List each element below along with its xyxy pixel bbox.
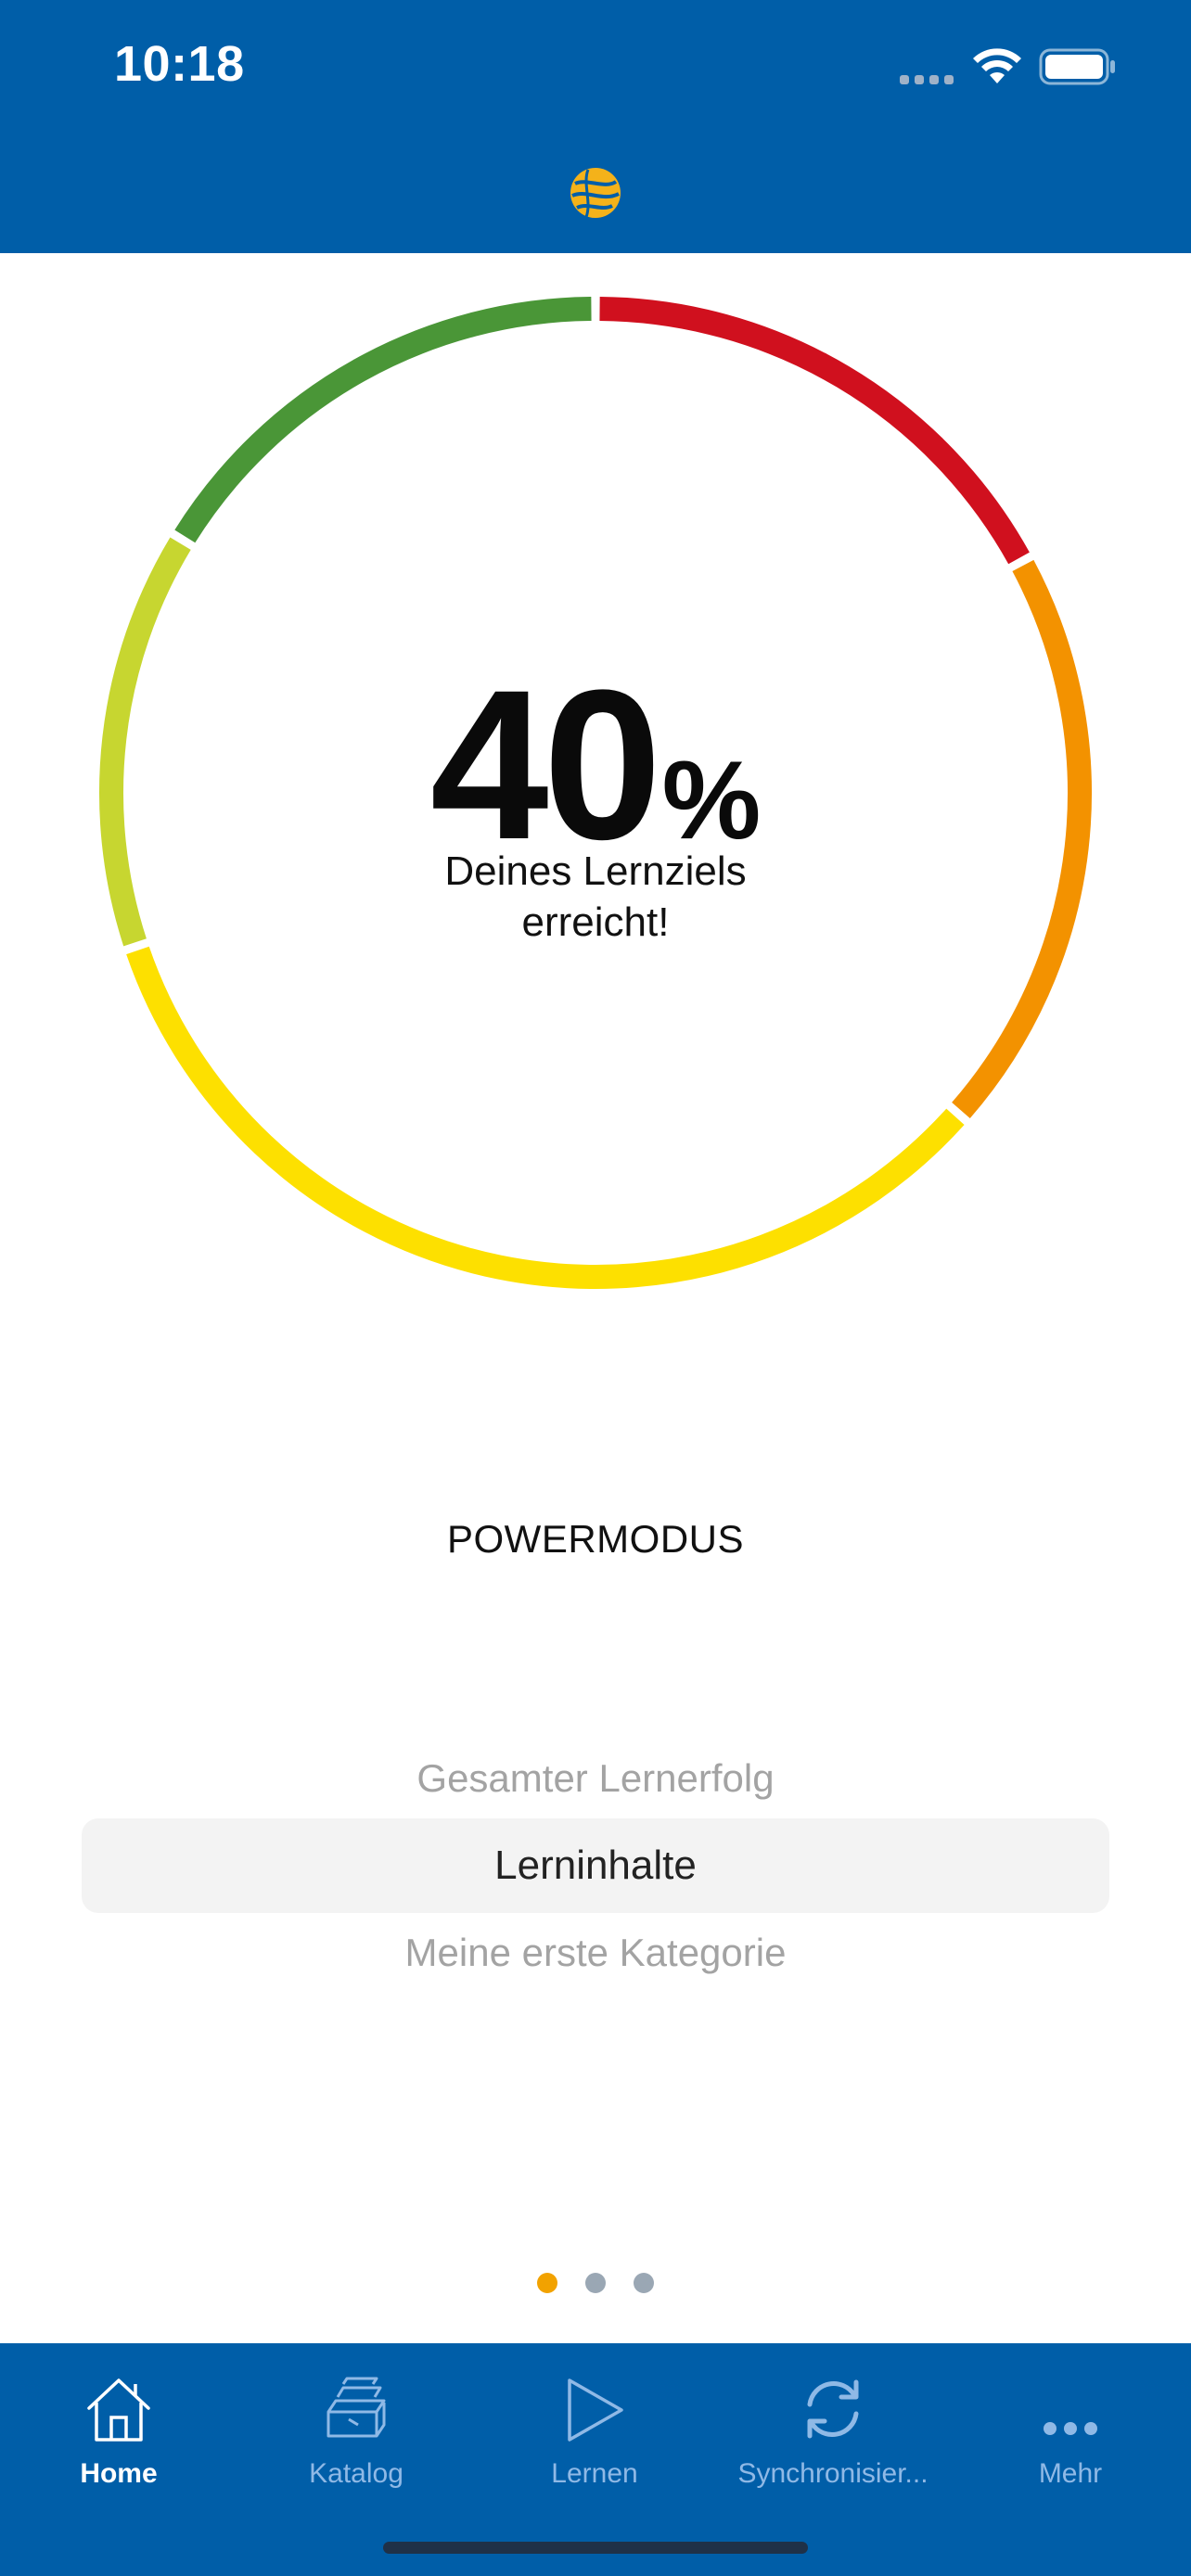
- progress-unit: %: [661, 738, 762, 862]
- more-icon: [1044, 2422, 1097, 2435]
- battery-icon: [1039, 48, 1115, 85]
- progress-caption-line2: erreicht!: [521, 899, 670, 945]
- catalog-icon: [327, 2377, 386, 2438]
- tab-home[interactable]: Home: [0, 2364, 237, 2490]
- tab-home-label: Home: [80, 2458, 158, 2489]
- tab-more-label: Mehr: [1038, 2458, 1103, 2489]
- cellular-signal-icon: [900, 72, 959, 89]
- page-dot-2[interactable]: [585, 2273, 606, 2293]
- tab-sync[interactable]: Synchronisier...: [714, 2364, 952, 2490]
- progress-ring: 40% Deines Lernziels erreicht!: [0, 278, 1191, 1317]
- home-icon: [87, 2378, 150, 2442]
- picker-option-category[interactable]: Meine erste Kategorie: [0, 1931, 1191, 1975]
- mode-label: POWERMODUS: [447, 1517, 744, 1561]
- picker-option-overall[interactable]: Gesamter Lernerfolg: [0, 1756, 1191, 1801]
- page-dot-1[interactable]: [537, 2273, 557, 2293]
- app-header: 10:18: [0, 0, 1191, 253]
- status-time: 10:18: [114, 36, 245, 92]
- progress-ring-segment-3: [126, 946, 965, 1289]
- tab-learn-label: Lernen: [551, 2458, 638, 2489]
- progress-ring-segment-5: [174, 297, 592, 543]
- progress-caption: Deines Lernziels erreicht!: [0, 846, 1191, 948]
- tab-catalog-label: Katalog: [309, 2458, 403, 2489]
- home-indicator[interactable]: [383, 2542, 808, 2554]
- page-indicator[interactable]: [0, 2273, 1191, 2298]
- wifi-icon: [973, 48, 1021, 83]
- progress-caption-line1: Deines Lernziels: [444, 848, 747, 894]
- tab-learn[interactable]: Lernen: [476, 2364, 713, 2490]
- app-logo-icon: [570, 168, 621, 218]
- page-dot-3[interactable]: [634, 2273, 654, 2293]
- progress-ring-segment-1: [599, 297, 1030, 565]
- tab-sync-label: Synchronisier...: [737, 2458, 928, 2489]
- play-icon: [568, 2378, 623, 2442]
- picker-option-selected[interactable]: Lerninhalte: [82, 1818, 1109, 1913]
- sync-icon: [807, 2379, 859, 2439]
- tab-more[interactable]: Mehr: [952, 2364, 1189, 2490]
- progress-percentage: 40%: [0, 658, 1191, 872]
- tab-catalog[interactable]: Katalog: [237, 2364, 475, 2490]
